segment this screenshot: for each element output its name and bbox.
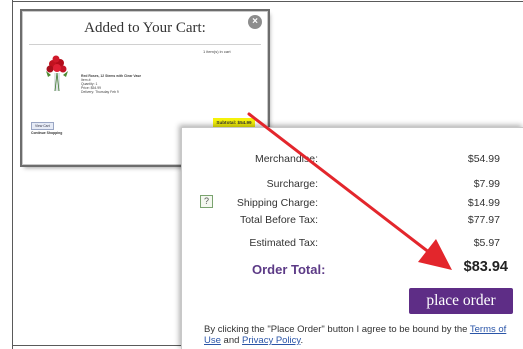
merchandise-value: $54.99 — [467, 153, 500, 165]
frame-left-line — [12, 0, 13, 349]
continue-shopping-link[interactable]: Continue Shopping — [31, 131, 62, 135]
order-total-label: Order Total: — [252, 262, 326, 277]
surcharge-label: Surcharge: — [266, 178, 318, 190]
surcharge-value: $7.99 — [473, 178, 500, 190]
legal-suffix: . — [300, 335, 304, 346]
estimated-tax-value: $5.97 — [473, 237, 500, 249]
view-cart-button[interactable]: View Cart — [31, 122, 54, 130]
legal-and: and — [220, 335, 243, 346]
product-details: Red Roses, 12 Stems with Clear Vase Item… — [81, 74, 141, 94]
red-roses-image — [46, 55, 68, 92]
estimated-tax-label: Estimated Tax: — [249, 237, 318, 249]
popup-divider — [29, 44, 261, 45]
order-summary-panel: Merchandise: $54.99 Surcharge: $7.99 ? S… — [181, 127, 523, 349]
screenshot-canvas: Added to Your Cart: × 1 item(s) in cart … — [0, 0, 523, 349]
items-in-cart-count: 1 item(s) in cart — [203, 49, 231, 54]
total-before-tax-label: Total Before Tax: — [239, 214, 318, 226]
place-order-button[interactable]: place order — [409, 288, 513, 314]
privacy-policy-link[interactable]: Privacy Policy — [242, 335, 300, 346]
subtotal-badge: Subtotal: $54.99 — [213, 118, 255, 127]
legal-agreement-text: By clicking the "Place Order" button I a… — [204, 324, 520, 346]
frame-bottom-line — [12, 345, 182, 346]
order-total-value: $83.94 — [463, 259, 508, 275]
product-delivery: Delivery: Thursday Feb 9 — [81, 90, 119, 94]
merchandise-label: Merchandise: — [254, 153, 318, 165]
shipping-charge-label: Shipping Charge: — [236, 197, 318, 209]
frame-top-line — [12, 1, 523, 2]
legal-prefix: By clicking the "Place Order" button I a… — [204, 324, 470, 335]
total-before-tax-value: $77.97 — [467, 214, 500, 226]
popup-title: Added to Your Cart: — [84, 20, 206, 36]
shipping-charge-value: $14.99 — [467, 197, 500, 209]
close-icon[interactable]: × — [248, 15, 262, 29]
